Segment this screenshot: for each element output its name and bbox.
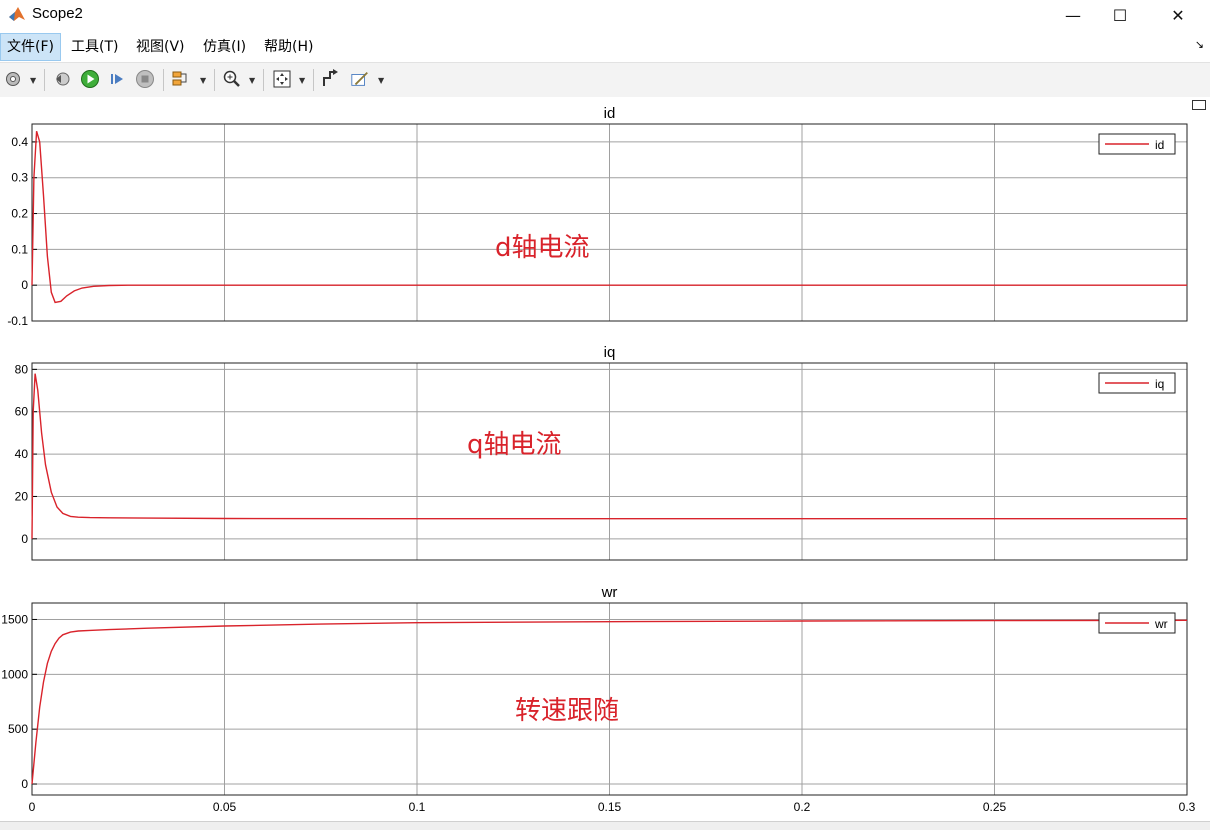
axes-title: iq bbox=[604, 344, 616, 361]
menu-file[interactable]: 文件(F) bbox=[0, 33, 61, 61]
axes-title: wr bbox=[601, 584, 618, 601]
y-tick-label: 20 bbox=[15, 489, 29, 503]
axes-iq: iq 0 20 40 60 80 iq bbox=[15, 344, 1188, 561]
gear-dropdown-icon[interactable]: ▼ bbox=[30, 76, 36, 85]
toolbar-separator bbox=[263, 69, 264, 91]
maximize-button[interactable]: ☐ bbox=[1097, 0, 1143, 30]
y-tick-label: 500 bbox=[8, 722, 28, 736]
x-tick-label: 0.15 bbox=[598, 800, 622, 814]
y-tick-label: 0 bbox=[21, 532, 28, 546]
menu-help[interactable]: 帮助(H) bbox=[258, 33, 319, 61]
stop-icon[interactable] bbox=[135, 69, 155, 89]
scope-plot-area: id -0.1 0 0.1 0.2 0.3 0.4 id iq 0 20 40 60 80 iq wr 0 500… bbox=[0, 97, 1210, 829]
style-icon[interactable] bbox=[350, 69, 370, 89]
axes-id: id -0.1 0 0.1 0.2 0.3 0.4 id bbox=[7, 105, 1188, 328]
y-tick-label: 0 bbox=[21, 777, 28, 791]
step-back-icon[interactable] bbox=[52, 69, 72, 89]
toolbar-separator bbox=[214, 69, 215, 91]
minimize-button[interactable]: — bbox=[1050, 0, 1096, 30]
zoom-icon[interactable] bbox=[222, 69, 242, 89]
style-dropdown-icon[interactable]: ▼ bbox=[378, 76, 384, 85]
y-tick-label: 80 bbox=[15, 362, 29, 376]
y-tick-label: 60 bbox=[15, 405, 29, 419]
y-tick-label: 0.4 bbox=[11, 135, 28, 149]
fit-view-icon[interactable] bbox=[272, 69, 292, 89]
run-icon[interactable] bbox=[80, 69, 100, 89]
legend-label: wr bbox=[1154, 617, 1168, 631]
x-tick-label: 0.05 bbox=[213, 800, 237, 814]
close-button[interactable]: ✕ bbox=[1155, 0, 1201, 30]
menu-bar: 文件(F) 工具(T) 视图(V) 仿真(I) 帮助(H) bbox=[0, 33, 1210, 61]
gear-icon[interactable] bbox=[3, 69, 23, 89]
y-tick-label: 1500 bbox=[1, 612, 28, 626]
toolbar-separator bbox=[163, 69, 164, 91]
y-tick-label: 1000 bbox=[1, 667, 28, 681]
matlab-logo-icon bbox=[9, 7, 25, 21]
y-tick-label: 0 bbox=[21, 278, 28, 292]
y-tick-label: 0.3 bbox=[11, 171, 28, 185]
legend-label: id bbox=[1155, 138, 1164, 152]
y-tick-label: 0.2 bbox=[11, 207, 28, 221]
menu-simulation[interactable]: 仿真(I) bbox=[197, 33, 252, 61]
menu-tools[interactable]: 工具(T) bbox=[65, 33, 124, 61]
fit-dropdown-icon[interactable]: ▼ bbox=[299, 76, 305, 85]
annotation-q-axis-current: q轴电流 bbox=[467, 430, 562, 460]
signal-select-icon[interactable] bbox=[171, 69, 191, 89]
x-tick-label: 0.2 bbox=[794, 800, 811, 814]
zoom-dropdown-icon[interactable]: ▼ bbox=[249, 76, 255, 85]
title-bar: Scope2 — ☐ ✕ bbox=[0, 0, 1210, 30]
y-tick-label: -0.1 bbox=[7, 314, 28, 328]
signal-dropdown-icon[interactable]: ▼ bbox=[200, 76, 206, 85]
toolbar: ▼ ▼ ▼ ▼ ▼ bbox=[0, 62, 1210, 98]
x-tick-label: 0.25 bbox=[983, 800, 1007, 814]
window-title: Scope2 bbox=[32, 5, 83, 22]
x-tick-label: 0 bbox=[29, 800, 36, 814]
y-tick-label: 40 bbox=[15, 447, 29, 461]
toolbar-separator bbox=[313, 69, 314, 91]
y-tick-label: 0.1 bbox=[11, 242, 28, 256]
cursor-measure-icon[interactable] bbox=[321, 69, 341, 89]
dock-arrow-icon[interactable]: ↘ bbox=[1195, 38, 1204, 51]
annotation-speed-tracking: 转速跟随 bbox=[515, 696, 620, 726]
x-tick-label: 0.3 bbox=[1179, 800, 1196, 814]
menu-view[interactable]: 视图(V) bbox=[130, 33, 191, 61]
annotation-d-axis-current: d轴电流 bbox=[495, 233, 590, 263]
legend-label: iq bbox=[1155, 377, 1164, 391]
step-forward-icon[interactable] bbox=[107, 69, 127, 89]
axes-title: id bbox=[604, 105, 616, 122]
toolbar-separator bbox=[44, 69, 45, 91]
x-tick-label: 0.1 bbox=[409, 800, 426, 814]
